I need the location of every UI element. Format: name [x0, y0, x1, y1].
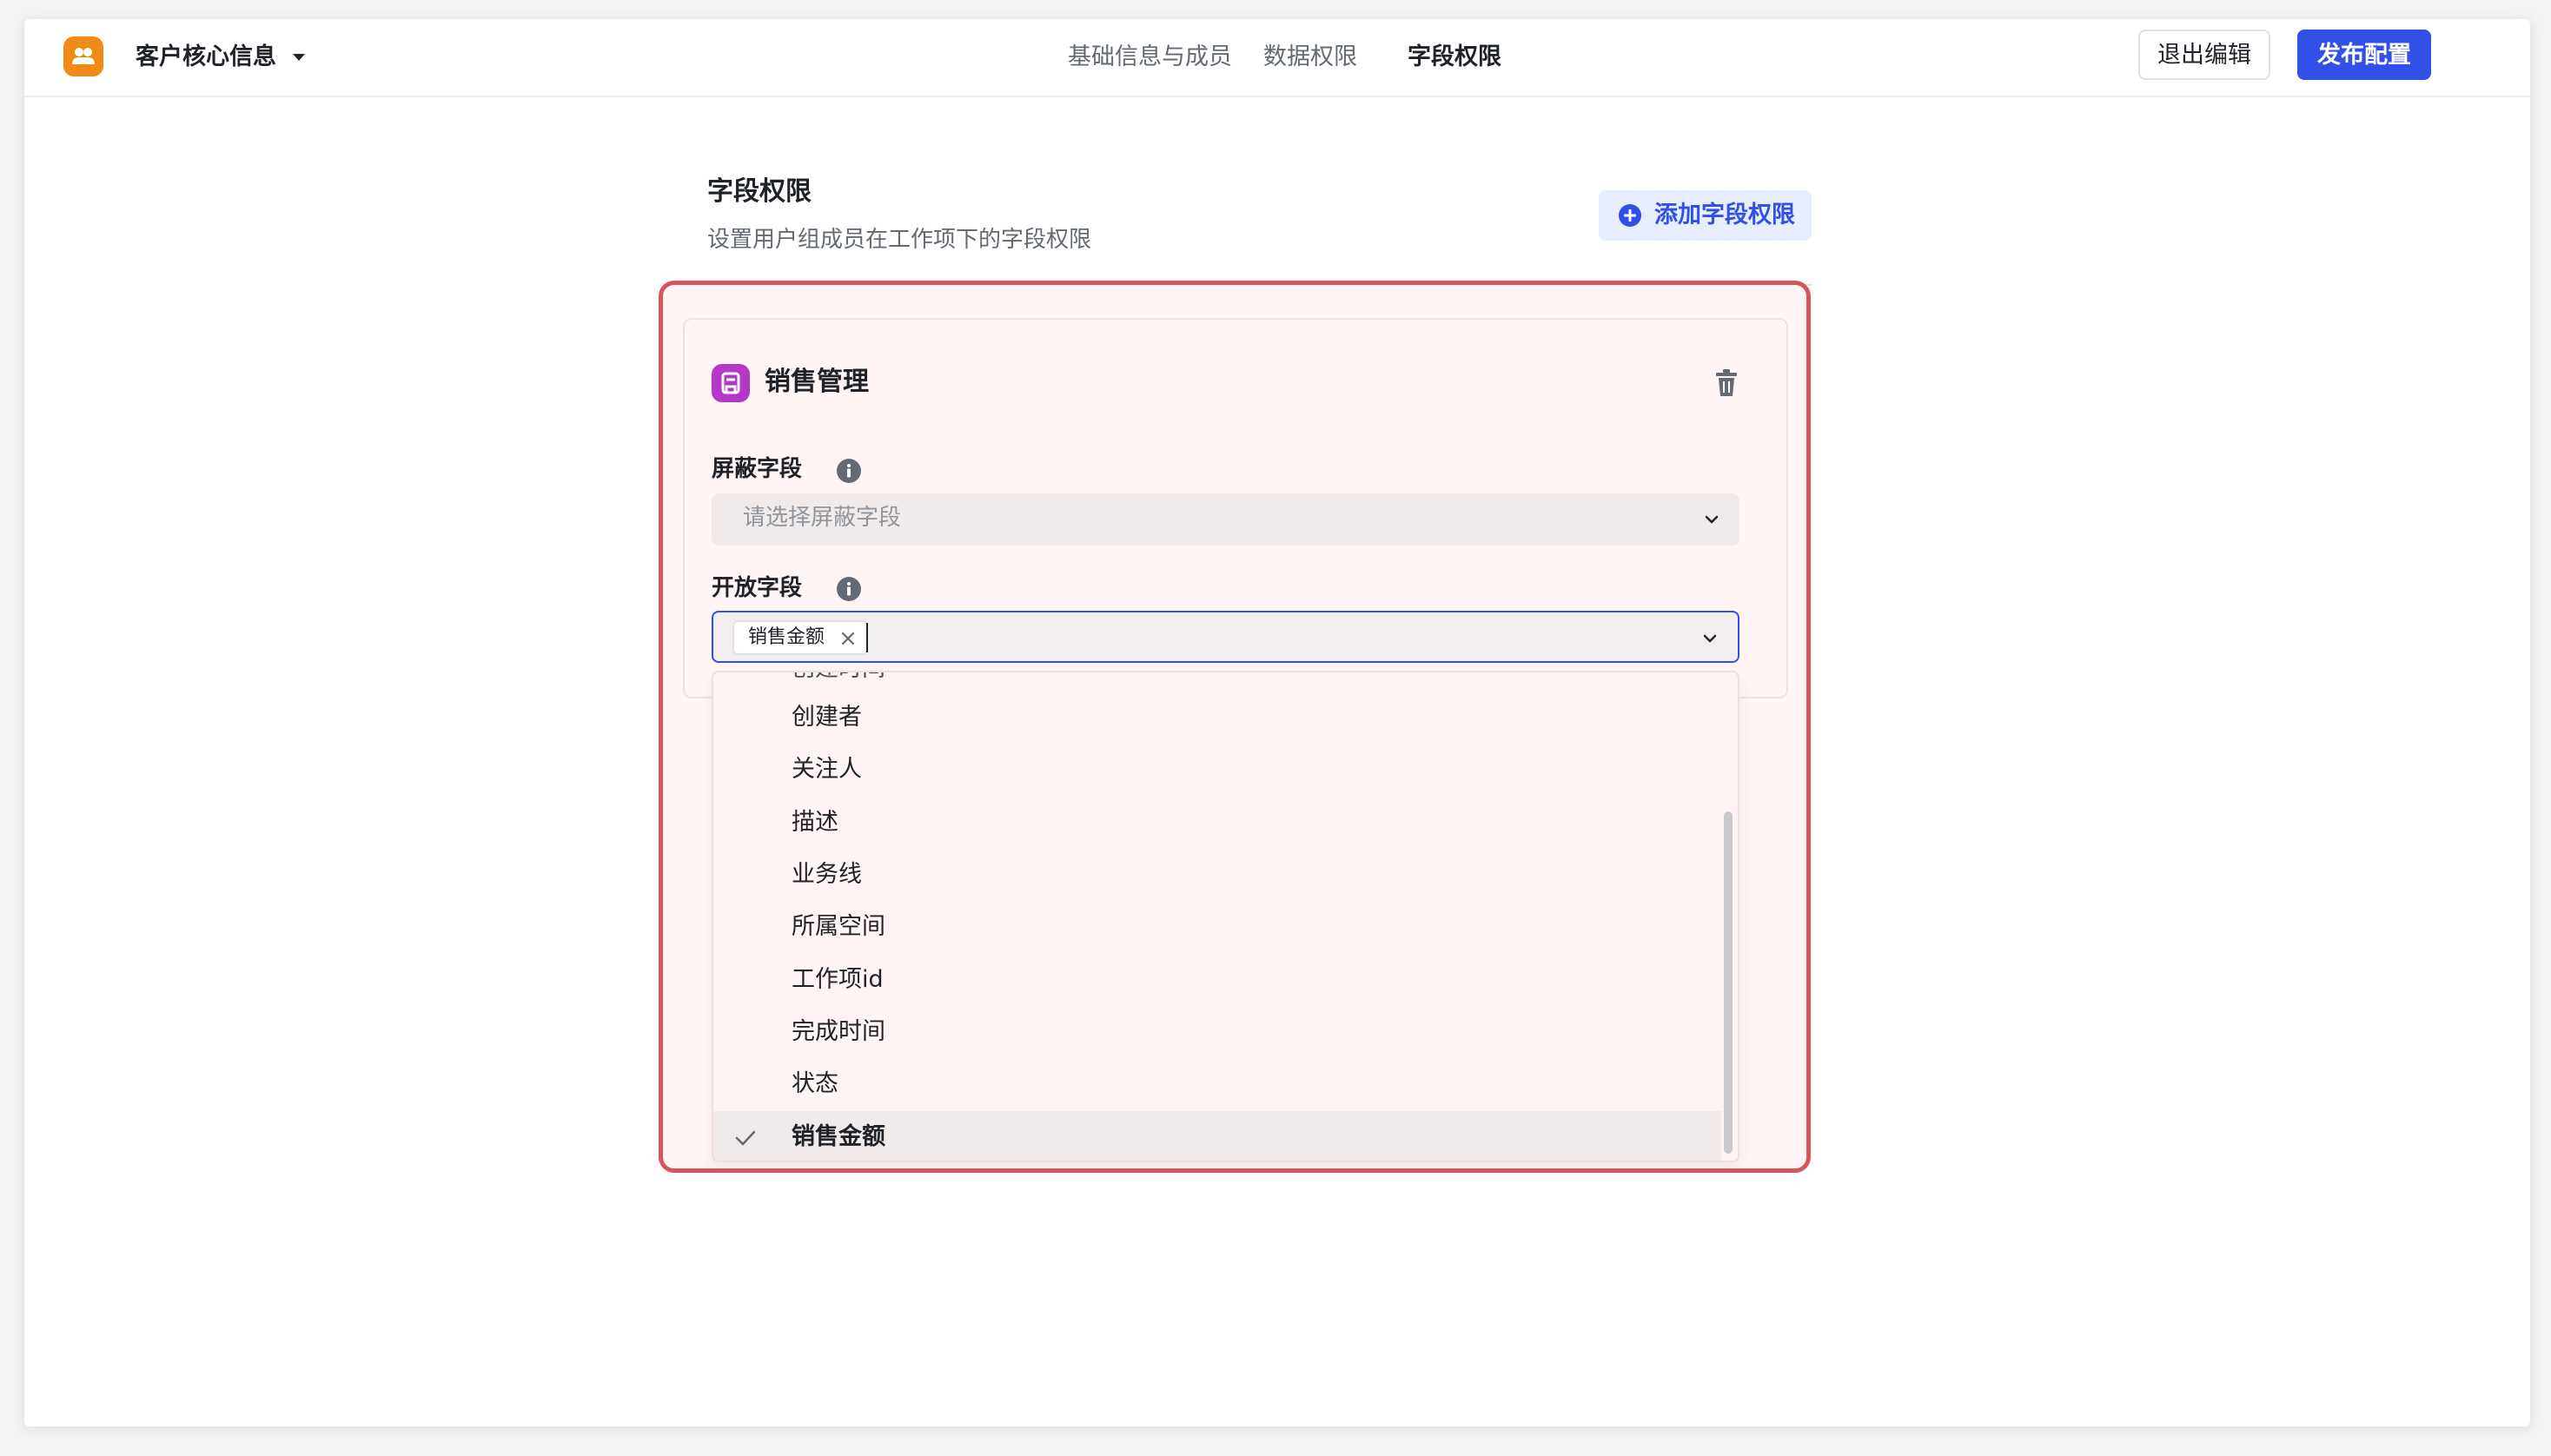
app-title[interactable]: 客户核心信息	[136, 40, 276, 75]
app-logo-icon[interactable]	[63, 36, 103, 76]
dropdown-option[interactable]: 完成时间	[713, 1006, 1721, 1058]
selected-tag: 销售金额	[732, 620, 869, 655]
caret-down-icon[interactable]	[286, 44, 312, 70]
dropdown-option[interactable]: 所属空间	[713, 901, 1721, 953]
plus-circle-icon	[1619, 204, 1641, 227]
publish-config-button[interactable]: 发布配置	[2297, 30, 2431, 80]
info-icon[interactable]	[836, 576, 862, 602]
tab-basic-info[interactable]: 基础信息与成员	[1068, 40, 1232, 75]
dropdown-option-label: 销售金额	[792, 1123, 885, 1150]
hidden-fields-select[interactable]: 请选择屏蔽字段	[712, 493, 1739, 546]
dropdown-option[interactable]: 关注人	[713, 744, 1721, 796]
dropdown-option[interactable]: 描述	[713, 797, 1721, 849]
top-bar: 客户核心信息 基础信息与成员 数据权限 字段权限 退出编辑 发布配置	[24, 19, 2530, 97]
tab-data-permission[interactable]: 数据权限	[1263, 40, 1357, 75]
section-description: 设置用户组成员在工作项下的字段权限	[707, 227, 1092, 253]
trash-icon[interactable]	[1712, 367, 1741, 399]
check-icon	[735, 1130, 756, 1146]
hidden-fields-placeholder: 请选择屏蔽字段	[743, 505, 902, 531]
dropdown-option[interactable]: 状态	[713, 1058, 1721, 1110]
text-cursor	[866, 623, 868, 652]
hidden-fields-label: 屏蔽字段	[712, 456, 803, 482]
dropdown-option[interactable]: 创建者	[713, 692, 1721, 744]
add-field-permission-label: 添加字段权限	[1654, 202, 1795, 228]
dropdown-option[interactable]: 业务线	[713, 849, 1721, 901]
dropdown-scrollbar[interactable]	[1724, 811, 1733, 1154]
tab-field-permission[interactable]: 字段权限	[1408, 40, 1501, 75]
dropdown-option-selected[interactable]: 销售金额	[713, 1111, 1721, 1161]
exit-edit-button[interactable]: 退出编辑	[2138, 30, 2270, 80]
field-dropdown[interactable]: 创建时间 创建者 关注人 描述 业务线 所属空间 工作项id 完成时间 状态 销…	[712, 671, 1739, 1162]
work-item-icon	[712, 364, 750, 402]
dropdown-option[interactable]: 工作项id	[713, 954, 1721, 1006]
chevron-down-icon	[1703, 634, 1717, 643]
card-title: 销售管理	[765, 367, 869, 397]
open-fields-select[interactable]: 销售金额	[712, 611, 1739, 663]
add-field-permission-button[interactable]: 添加字段权限	[1599, 190, 1812, 241]
close-icon[interactable]	[838, 629, 858, 648]
section-title: 字段权限	[707, 176, 812, 207]
open-fields-label: 开放字段	[712, 575, 803, 601]
chevron-down-icon	[1705, 515, 1719, 524]
info-icon[interactable]	[836, 458, 862, 484]
selected-tag-label: 销售金额	[748, 626, 825, 648]
